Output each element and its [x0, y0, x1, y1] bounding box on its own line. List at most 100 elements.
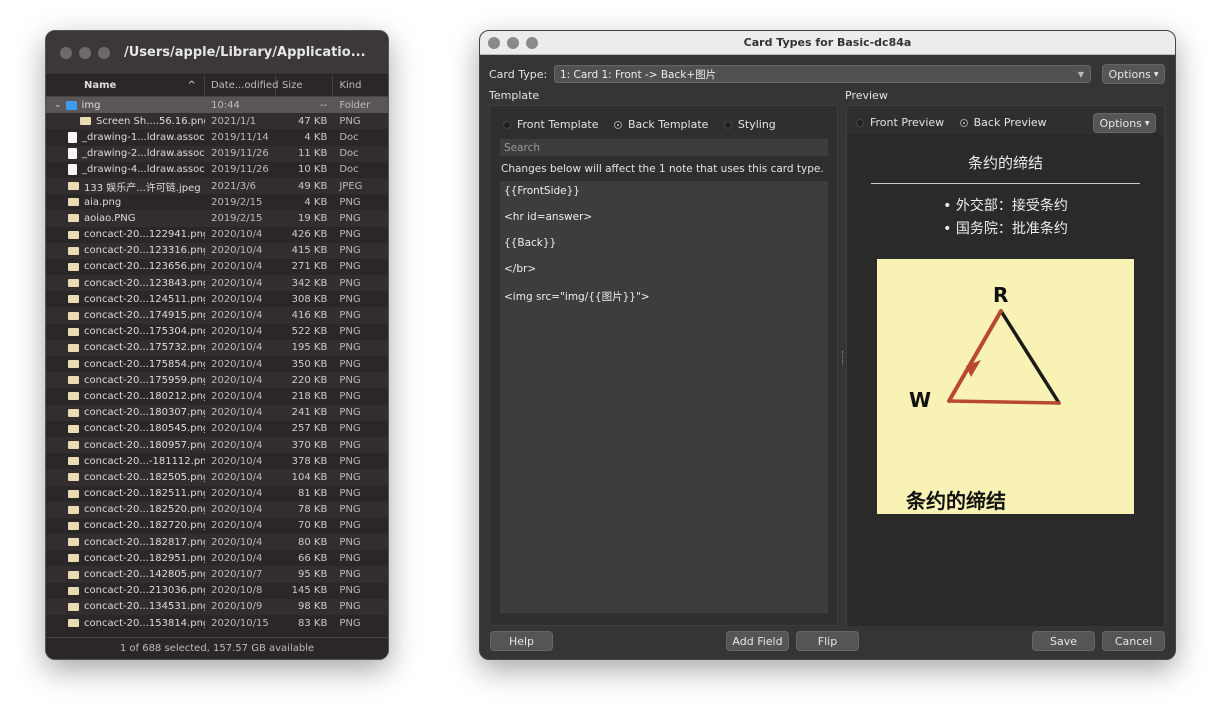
file-row[interactable]: concact-20...175732.png 2020/10/4 195 KB PN…	[46, 339, 388, 356]
file-kind: PNG	[339, 455, 361, 467]
card-preview: 条约的缔结 • 外交部：接受条约 • 国务院：批准条约 R W 条约的缔结	[847, 134, 1164, 626]
file-row[interactable]: concact-20...180307.png 2020/10/4 241 KB PN…	[46, 404, 388, 421]
file-name: concact-20...175959.png	[84, 374, 206, 386]
template-editor[interactable]: {{FrontSide}} <hr id=answer> {{Back}} </…	[500, 181, 828, 613]
close-button[interactable]	[488, 36, 500, 49]
tab-front-preview[interactable]: Front Preview	[856, 116, 944, 129]
file-row[interactable]: concact-20...213036.png 2020/10/8 145 KB PN…	[46, 583, 388, 599]
file-date: 2020/10/4	[211, 504, 263, 516]
options-button[interactable]: Options ▼	[1102, 64, 1165, 84]
column-kind[interactable]: Kind	[333, 75, 388, 96]
cancel-button[interactable]: Cancel	[1102, 631, 1165, 651]
radio-icon	[856, 118, 864, 127]
file-list[interactable]: ⌄ img 10:44 -- Folder Screen Sh....56.16.png 2…	[46, 97, 388, 639]
file-row[interactable]: concact-20...134531.png 2020/10/9 98 KB PNG	[46, 598, 388, 615]
disclosure-chevron-icon[interactable]: ⌄	[54, 100, 62, 110]
file-row[interactable]: ⌄ img 10:44 -- Folder	[46, 97, 388, 114]
file-kind: PNG	[339, 585, 361, 597]
file-name: concact-20...180307.png	[84, 407, 206, 419]
image-icon	[68, 392, 79, 401]
file-row[interactable]: concact-20...182505.png 2020/10/4 104 KB PN…	[46, 469, 388, 486]
radio-selected-icon	[614, 120, 623, 129]
file-kind: PNG	[339, 407, 361, 419]
file-name-cell: _drawing-4...ldraw.assoc	[46, 164, 205, 176]
file-row[interactable]: concact-20...123316.png 2020/10/4 415 KB PN…	[46, 242, 388, 259]
splitter-handle[interactable]	[842, 351, 845, 365]
tab-back-template[interactable]: Back Template	[614, 118, 708, 131]
file-row[interactable]: _drawing-2...ldraw.assoc 2019/11/26 11 KB D…	[46, 145, 388, 162]
file-row[interactable]: concact-20...122941.png 2020/10/4 426 KB PN…	[46, 227, 388, 243]
file-size: 370 KB	[291, 439, 328, 451]
file-kind: PNG	[339, 439, 361, 451]
help-button[interactable]: Help	[490, 631, 553, 651]
preview-options-button[interactable]: Options ▼	[1093, 113, 1156, 133]
image-icon	[68, 408, 79, 417]
file-row[interactable]: _drawing-4...ldraw.assoc 2019/11/26 10 KB D…	[46, 162, 388, 178]
file-row[interactable]: concact-20...180212.png 2020/10/4 218 KB PN…	[46, 388, 388, 404]
column-name[interactable]: Name ^	[46, 75, 205, 96]
tab-styling[interactable]: Styling	[723, 118, 776, 131]
status-bar: 1 of 688 selected, 157.57 GB available	[46, 637, 388, 659]
file-row[interactable]: concact-20...-181112.png 2020/10/4 378 KB P…	[46, 453, 388, 469]
file-row[interactable]: concact-20...123656.png 2020/10/4 271 KB PN…	[46, 259, 388, 275]
flip-button[interactable]: Flip	[796, 631, 859, 651]
image-icon	[68, 198, 79, 207]
file-name-cell: concact-20...180307.png	[46, 407, 205, 418]
file-size: 19 KB	[298, 212, 328, 224]
file-row[interactable]: concact-20...182817.png 2020/10/4 80 KB PNG	[46, 534, 388, 551]
file-name: concact-20...175304.png	[84, 326, 206, 338]
close-button[interactable]	[60, 46, 72, 59]
card-type-select[interactable]: 1: Card 1: Front -> Back+图片 ▼	[554, 65, 1091, 83]
file-row[interactable]: concact-20...180957.png 2020/10/4 370 KB PN…	[46, 436, 388, 454]
file-row[interactable]: concact-20...182520.png 2020/10/4 78 KB PNG	[46, 501, 388, 518]
file-kind: PNG	[339, 471, 361, 483]
file-name: concact-20...-181112.png	[84, 455, 206, 467]
file-row[interactable]: aia.png 2019/2/15 4 KB PNG	[46, 194, 388, 210]
tab-front-template[interactable]: Front Template	[503, 118, 599, 131]
file-row[interactable]: concact-20...153814.png 2020/10/15 83 KB PN…	[46, 615, 388, 631]
file-row[interactable]: aoiao.PNG 2019/2/15 19 KB PNG	[46, 210, 388, 227]
zoom-button[interactable]	[98, 46, 110, 59]
file-row[interactable]: concact-20...182720.png 2020/10/4 70 KB PNG	[46, 518, 388, 534]
file-row[interactable]: concact-20...123843.png 2020/10/4 342 KB PN…	[46, 275, 388, 292]
file-name-cell: concact-20...175732.png	[46, 342, 205, 353]
image-icon	[68, 538, 79, 547]
file-row[interactable]: 133 娱乐产...许可链.jpeg 2021/3/6 49 KB JPEG	[46, 177, 388, 195]
template-section-label: Template	[489, 89, 540, 102]
minimize-button[interactable]	[507, 36, 519, 49]
save-button[interactable]: Save	[1032, 631, 1095, 651]
file-size: 257 KB	[291, 423, 328, 435]
file-size: 220 KB	[291, 374, 328, 386]
image-caption: 条约的缔结	[906, 489, 1006, 513]
file-name-cell: concact-20...174915.png	[46, 310, 205, 321]
file-row[interactable]: concact-20...142805.png 2020/10/7 95 KB PNG	[46, 566, 388, 583]
file-size: 416 KB	[291, 310, 328, 322]
file-row[interactable]: concact-20...124511.png 2020/10/4 308 KB PN…	[46, 291, 388, 307]
column-date[interactable]: Date...odified	[205, 75, 278, 96]
file-row[interactable]: _drawing-1...ldraw.assoc 2019/11/14 4 KB Do…	[46, 129, 388, 145]
image-icon	[68, 521, 79, 530]
file-kind: Doc	[339, 148, 359, 160]
file-size: 98 KB	[298, 601, 328, 613]
file-row[interactable]: Screen Sh....56.16.png 2021/1/1 47 KB PNG	[46, 113, 388, 130]
tab-back-preview[interactable]: Back Preview	[959, 116, 1047, 129]
column-size[interactable]: Size	[276, 75, 334, 96]
add-field-button[interactable]: Add Field	[726, 631, 789, 651]
file-kind: PNG	[339, 310, 361, 322]
minimize-button[interactable]	[79, 46, 91, 59]
file-name-cell: ⌄ img	[46, 100, 205, 111]
file-row[interactable]: concact-20...182511.png 2020/10/4 81 KB PNG	[46, 486, 388, 502]
options-label: Options	[1108, 67, 1151, 81]
file-kind: PNG	[339, 423, 361, 435]
file-row[interactable]: concact-20...175854.png 2020/10/4 350 KB PN…	[46, 356, 388, 372]
file-row[interactable]: concact-20...180545.png 2020/10/4 257 KB PN…	[46, 421, 388, 437]
file-row[interactable]: concact-20...174915.png 2020/10/4 416 KB PN…	[46, 307, 388, 324]
file-date: 2021/1/1	[211, 115, 257, 127]
zoom-button[interactable]	[526, 36, 538, 49]
file-size: 81 KB	[298, 488, 328, 500]
search-input[interactable]: Search	[500, 139, 828, 156]
file-row[interactable]: concact-20...175959.png 2020/10/4 220 KB PN…	[46, 372, 388, 389]
file-name-cell: concact-20...175959.png	[46, 375, 205, 386]
file-row[interactable]: concact-20...182951.png 2020/10/4 66 KB PNG	[46, 550, 388, 566]
file-row[interactable]: concact-20...175304.png 2020/10/4 522 KB PN…	[46, 324, 388, 340]
